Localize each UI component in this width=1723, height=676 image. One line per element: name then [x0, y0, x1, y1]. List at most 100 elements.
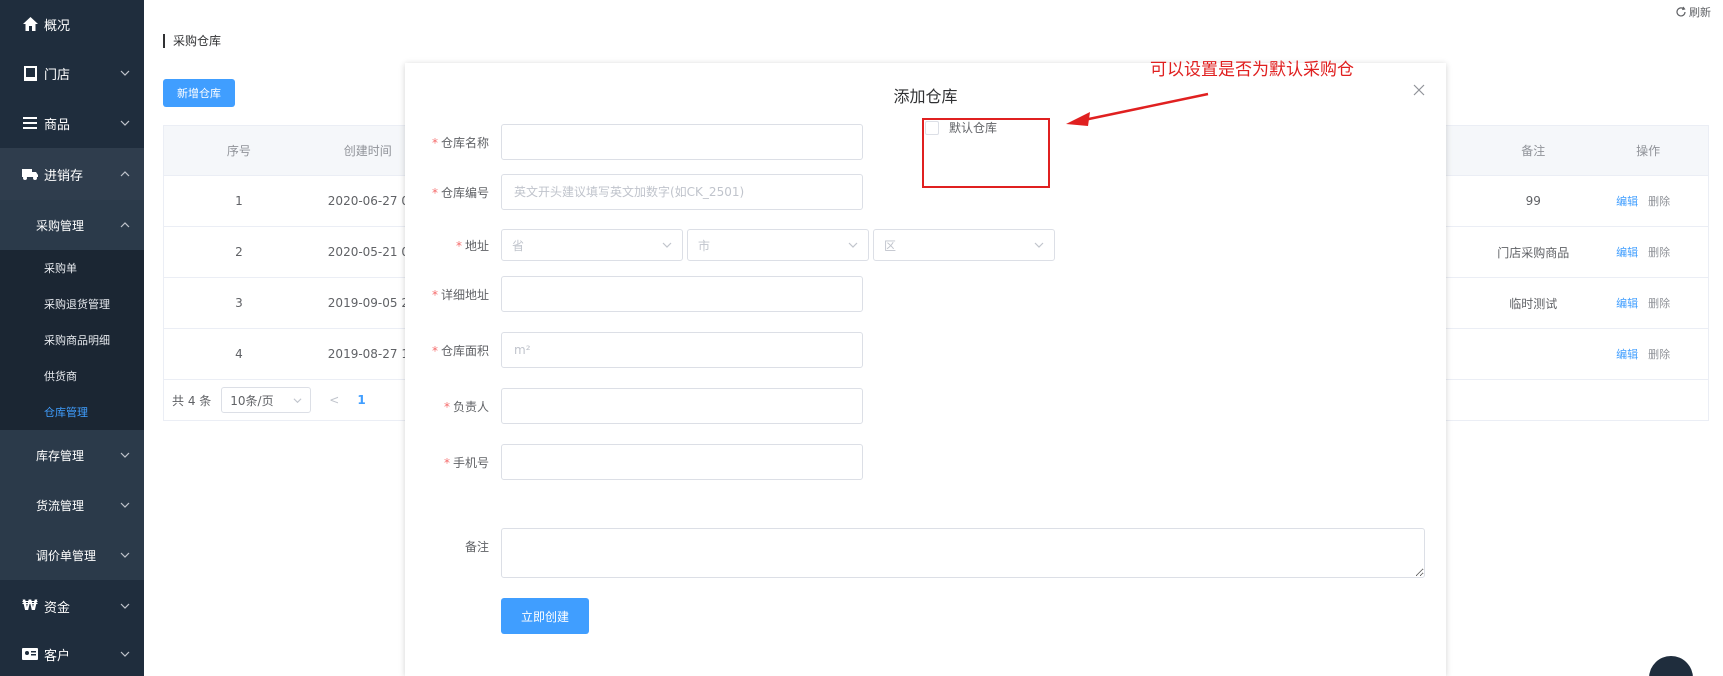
edit-link[interactable]: 编辑 [1616, 348, 1638, 361]
page-number[interactable]: 1 [357, 393, 365, 407]
form-row-code: * 仓库编号 [405, 174, 863, 210]
chevron-down-icon [1034, 242, 1044, 248]
form-row-area: * 仓库面积 [405, 332, 863, 368]
page-size-value: 10条/页 [230, 393, 274, 408]
form-row-detail: * 详细地址 [405, 276, 863, 312]
cell-note: 临时测试 [1509, 296, 1558, 311]
delete-link[interactable]: 删除 [1648, 297, 1670, 310]
form-row-phone: * 手机号 [405, 444, 863, 480]
sidebar-item-goods[interactable]: 商品 [0, 98, 144, 148]
sidebar-sub-label: 库存管理 [36, 448, 85, 463]
owner-label: * 负责人 [443, 399, 489, 414]
remark-label: 备注 [464, 540, 489, 554]
district-placeholder: 区 [884, 238, 897, 253]
cell-ops: 编辑 删除 [1588, 346, 1708, 362]
city-select[interactable]: 市 [687, 229, 869, 261]
app-root: 概况 门店 商品 进销存 采购管理 采购单 采购退货管理 采购商品明细 供货商 … [0, 0, 1723, 676]
code-label: * 仓库编号 [431, 185, 489, 200]
support-bubble[interactable] [1649, 656, 1693, 676]
cell-ops: 编辑 删除 [1588, 193, 1708, 209]
edit-link[interactable]: 编辑 [1616, 246, 1638, 259]
sidebar: 概况 门店 商品 进销存 采购管理 采购单 采购退货管理 采购商品明细 供货商 … [0, 0, 144, 676]
leaf-label: 采购商品明细 [44, 334, 110, 347]
form-row-owner: * 负责人 [405, 388, 863, 424]
chevron-up-icon [120, 171, 130, 177]
cell-ops: 编辑 删除 [1588, 295, 1708, 311]
chevron-down-icon [120, 120, 130, 126]
delete-link[interactable]: 删除 [1648, 246, 1670, 259]
sidebar-item-store[interactable]: 门店 [0, 48, 144, 98]
sidebar-item-label: 概况 [44, 18, 71, 34]
phone-input[interactable] [501, 444, 863, 480]
sidebar-leaf-supplier[interactable]: 供货商 [0, 358, 144, 394]
sidebar-leaf-warehouse[interactable]: 仓库管理 [0, 394, 144, 430]
sidebar-leaf-purchase-detail[interactable]: 采购商品明细 [0, 322, 144, 358]
warehouse-name-input[interactable] [501, 124, 863, 160]
phone-label: * 手机号 [443, 455, 489, 470]
name-label: * 仓库名称 [431, 135, 489, 150]
add-warehouse-button[interactable]: 新增仓库 [163, 79, 235, 107]
page-size-select[interactable]: 10条/页 [221, 387, 312, 413]
prev-page-button[interactable]: < [329, 393, 339, 407]
cell-seq: 1 [235, 194, 243, 208]
annotation-arrow-icon [1066, 92, 1209, 126]
area-label: * 仓库面积 [431, 343, 489, 358]
sidebar-sub-label: 调价单管理 [36, 548, 97, 563]
sidebar-sub-flow[interactable]: 货流管理 [0, 480, 144, 530]
sidebar-item-overview[interactable]: 概况 [0, 0, 144, 48]
delete-link[interactable]: 删除 [1648, 348, 1670, 361]
province-select[interactable]: 省 [501, 229, 683, 261]
page-title: 采购仓库 [163, 34, 221, 48]
refresh-label: 刷新 [1689, 6, 1711, 19]
owner-input[interactable] [501, 388, 863, 424]
detail-label: * 详细地址 [431, 287, 489, 302]
refresh-button[interactable]: 刷新 [1675, 4, 1711, 20]
dialog-title: 添加仓库 [893, 87, 958, 106]
district-select[interactable]: 区 [873, 229, 1055, 261]
sidebar-sub-stock[interactable]: 库存管理 [0, 430, 144, 480]
area-input[interactable] [501, 332, 863, 368]
edit-link[interactable]: 编辑 [1616, 195, 1638, 208]
sidebar-item-inventory[interactable]: 进销存 [0, 148, 144, 200]
chevron-down-icon [848, 242, 858, 248]
header-note: 备注 [1521, 144, 1546, 158]
sidebar-sub-label: 货流管理 [36, 498, 85, 513]
form-row-name: * 仓库名称 [405, 124, 863, 160]
sidebar-item-label: 资金 [44, 600, 71, 616]
cell-seq: 2 [235, 245, 243, 259]
leaf-label: 仓库管理 [44, 406, 88, 419]
won-icon: ₩ [22, 598, 38, 614]
sidebar-item-label: 门店 [44, 67, 71, 83]
home-icon [22, 16, 38, 32]
remark-textarea[interactable] [501, 528, 1425, 578]
sidebar-leaf-purchase-return[interactable]: 采购退货管理 [0, 286, 144, 322]
sidebar-item-customer[interactable]: 客户 [0, 632, 144, 676]
cell-seq: 4 [235, 347, 243, 361]
sidebar-sub-price[interactable]: 调价单管理 [0, 530, 144, 580]
delete-link[interactable]: 删除 [1648, 195, 1670, 208]
province-placeholder: 省 [512, 238, 525, 253]
warehouse-code-input[interactable] [501, 174, 863, 210]
leaf-label: 采购单 [44, 262, 77, 275]
annotation-highlight-box [922, 118, 1050, 188]
sidebar-sub-purchase[interactable]: 采购管理 [0, 200, 144, 250]
detail-address-input[interactable] [501, 276, 863, 312]
menu-icon [22, 115, 38, 131]
sidebar-item-funds[interactable]: ₩ 资金 [0, 580, 144, 632]
pager-total: 共 4 条 [172, 393, 212, 408]
id-card-icon [22, 646, 38, 662]
close-icon[interactable] [1412, 83, 1426, 97]
form-row-address: * 地址 省 市 区 [405, 229, 1059, 261]
edit-link[interactable]: 编辑 [1616, 297, 1638, 310]
chevron-down-icon [293, 397, 302, 403]
leaf-label: 采购退货管理 [44, 298, 110, 311]
header-ops: 操作 [1636, 144, 1661, 158]
chevron-down-icon [662, 242, 672, 248]
create-button[interactable]: 立即创建 [501, 598, 589, 634]
sidebar-sub-label: 采购管理 [36, 218, 85, 233]
sidebar-item-label: 进销存 [44, 168, 84, 184]
cell-note: 99 [1525, 194, 1541, 208]
chevron-up-icon [120, 222, 130, 228]
leaf-label: 供货商 [44, 370, 77, 383]
sidebar-leaf-purchase-order[interactable]: 采购单 [0, 250, 144, 286]
